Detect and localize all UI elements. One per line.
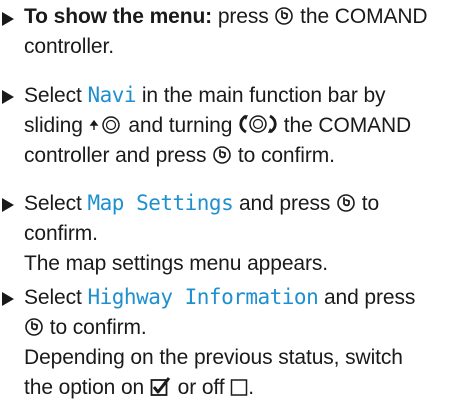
bullet-arrow-icon — [2, 90, 14, 104]
step-line: Depending on the previous status, switch — [24, 346, 403, 369]
controller-press-icon — [337, 194, 355, 212]
controller-turn-icon — [239, 114, 277, 134]
step-line: sliding and turning the COMAND — [24, 111, 454, 141]
step-line: the option on or off . — [24, 373, 454, 403]
step-line: controller and press to confirm. — [24, 141, 454, 171]
step-line: controller. — [24, 35, 114, 58]
menu-item-highway-information: Highway Information — [87, 285, 319, 309]
text-fragment: Select — [24, 192, 88, 215]
text-fragment: or off — [171, 376, 231, 399]
text-fragment: in the main function bar by — [136, 84, 386, 107]
text-fragment: to confirm. — [44, 316, 147, 339]
text-fragment: the option on — [24, 376, 150, 399]
bullet-arrow-icon — [2, 292, 14, 306]
step-line: confirm. — [24, 222, 98, 245]
checkbox-checked-icon — [150, 377, 171, 396]
text-fragment: controller and press — [24, 144, 213, 167]
controller-press-icon — [275, 7, 294, 25]
text-fragment: to — [356, 192, 380, 215]
menu-item-navi: Navi — [87, 83, 137, 107]
text-fragment: sliding — [24, 114, 89, 137]
step-text: Select Map Settings and press to confirm… — [24, 188, 454, 279]
controller-press-icon — [25, 318, 43, 336]
text-fragment: and press — [318, 286, 416, 309]
step-text: Select Navi in the main function bar by … — [24, 80, 454, 171]
step-heading: To show the menu: — [24, 5, 213, 28]
text-fragment: Select — [24, 84, 88, 107]
text-fragment: and press — [233, 192, 337, 215]
text-fragment: and turning — [122, 114, 239, 137]
text-fragment: press — [212, 5, 275, 28]
checkbox-unchecked-icon — [230, 379, 248, 396]
step-line: to confirm. — [24, 313, 454, 343]
step-line: Select Navi in the main function bar by — [24, 80, 454, 111]
text-fragment: Select — [24, 286, 88, 309]
step-line: To show the menu: press the COMAND — [24, 2, 454, 32]
text-fragment: to confirm. — [232, 144, 335, 167]
step-text: To show the menu: press the COMAND contr… — [24, 2, 454, 62]
step-line: The map settings menu appears. — [24, 252, 329, 275]
text-fragment: . — [248, 376, 254, 399]
text-fragment: the COMAND — [278, 114, 412, 137]
text-fragment: the COMAND — [294, 5, 428, 28]
controller-press-icon — [213, 146, 231, 164]
step-line: Select Highway Information and press — [24, 282, 454, 313]
controller-slide-up-icon — [89, 116, 120, 134]
menu-item-map-settings: Map Settings — [87, 191, 234, 215]
bullet-arrow-icon — [2, 12, 14, 26]
step-line: Select Map Settings and press to — [24, 188, 454, 219]
bullet-arrow-icon — [2, 198, 14, 212]
step-text: Select Highway Information and press to … — [24, 282, 454, 403]
